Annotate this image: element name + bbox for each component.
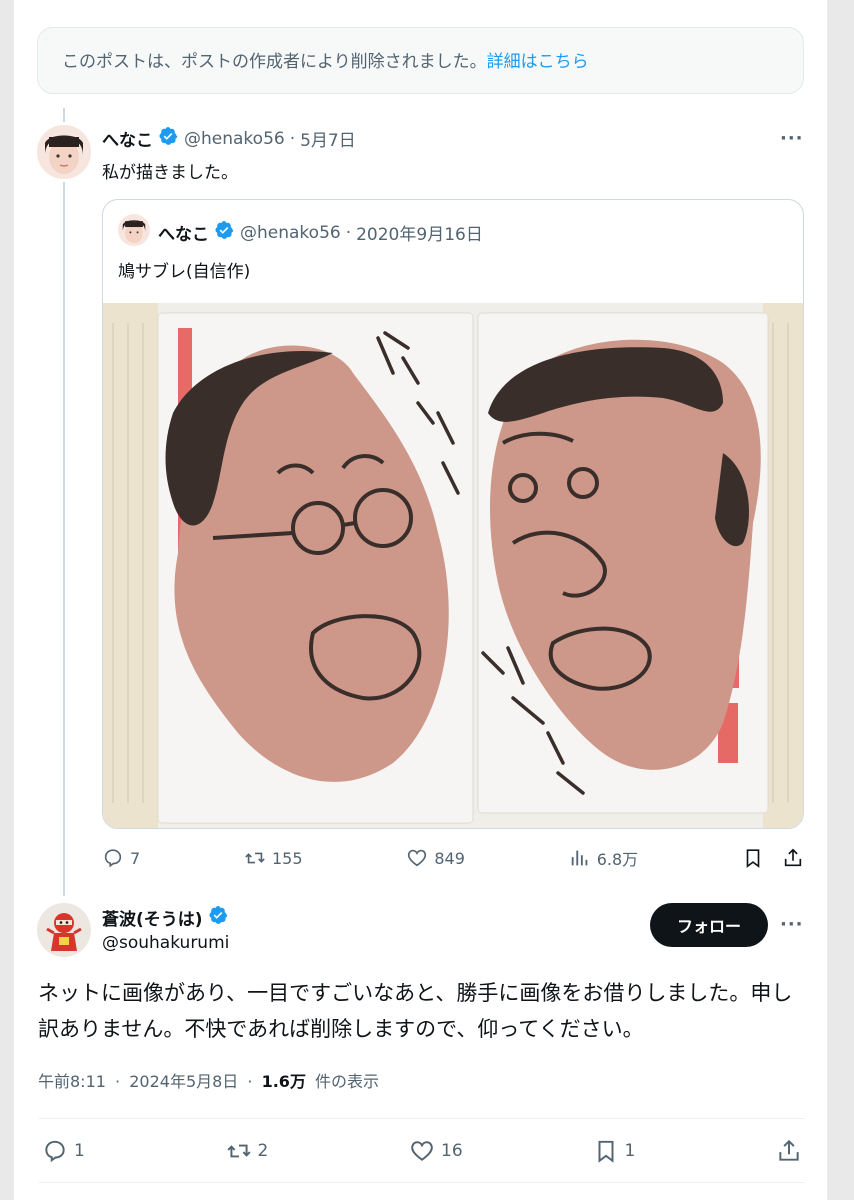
follow-button[interactable]: フォロー	[650, 903, 768, 947]
details-link[interactable]: 詳細はこちら	[487, 52, 589, 72]
post-time[interactable]: 午前8:11	[38, 1072, 106, 1091]
bookmark-button[interactable]: 1	[593, 1138, 713, 1164]
like-count: 849	[434, 848, 465, 868]
main-header: 蒼波(そうは)	[102, 905, 234, 930]
verified-badge-icon	[214, 220, 234, 245]
tweet-thread: このポストは、ポストの作成者により削除されました。詳細はこちら へなこ @hen…	[13, 0, 828, 1200]
reply-count: 1	[74, 1141, 85, 1161]
retweet-count: 2	[257, 1141, 269, 1161]
reply-button[interactable]: 7	[102, 847, 140, 869]
retweet-button[interactable]: 155	[244, 847, 303, 869]
deleted-post-notice: このポストは、ポストの作成者により削除されました。詳細はこちら	[37, 27, 804, 94]
reply-tweet-actions: 7 155 849 6.8万	[102, 846, 804, 870]
retweet-icon	[245, 852, 265, 864]
quoted-author-handle: @henako56	[240, 222, 341, 243]
author-handle[interactable]: @souhakurumi	[102, 933, 229, 953]
verified-badge-icon	[158, 126, 178, 151]
like-icon	[411, 1141, 433, 1161]
views-button[interactable]: 6.8万	[569, 846, 638, 870]
bookmark-icon	[598, 1140, 613, 1163]
main-tweet-text: ネットに画像があり、一目ですごいなあと、勝手に画像をお借りしました。申し訳ありま…	[38, 981, 793, 1041]
share-button[interactable]	[776, 1138, 802, 1164]
thread-line	[63, 182, 65, 896]
reply-button[interactable]: 1	[42, 1138, 162, 1164]
quoted-header: へなこ @henako56 · 2020年9月16日	[158, 220, 483, 245]
post-date[interactable]: 5月7日	[300, 126, 356, 151]
bookmark-share-group	[742, 847, 804, 869]
quoted-post-date: 2020年9月16日	[356, 225, 483, 245]
separator: ·	[289, 128, 296, 149]
thread-line-top	[63, 108, 65, 122]
separator: ·	[115, 1072, 121, 1091]
reply-icon	[104, 849, 122, 868]
reply-count: 7	[130, 848, 141, 868]
quoted-photo[interactable]	[103, 303, 803, 828]
like-button[interactable]: 16	[409, 1138, 529, 1164]
main-tweet-actions: 1 2 16 1	[42, 1138, 802, 1164]
author-name[interactable]: 蒼波(そうは)	[102, 905, 203, 930]
reply-header: へなこ @henako56 · 5月7日	[102, 126, 356, 151]
quoted-tweet[interactable]: へなこ @henako56 · 2020年9月16日 鳩サブレ(自信作)	[102, 199, 804, 829]
views-count: 6.8万	[596, 850, 639, 869]
bookmark-count: 1	[624, 1141, 636, 1161]
reply-icon	[45, 1140, 65, 1163]
like-icon	[408, 849, 427, 867]
separator: ·	[247, 1072, 253, 1091]
quoted-text: 鳩サブレ(自信作)	[118, 262, 251, 282]
more-icon[interactable]: ···	[780, 128, 804, 149]
avatar-henako[interactable]	[37, 125, 91, 179]
share-icon[interactable]	[782, 847, 804, 869]
views-count: 1.6万	[261, 1072, 306, 1091]
separator: ·	[345, 222, 352, 243]
reply-text: 私が描きました。	[102, 163, 238, 183]
avatar-souhakurumi[interactable]	[37, 903, 91, 957]
quoted-author-name: へなこ	[158, 225, 209, 245]
share-icon	[779, 1139, 799, 1161]
author-name[interactable]: へなこ	[102, 126, 153, 151]
like-count: 16	[441, 1141, 463, 1161]
quoted-avatar	[118, 214, 150, 246]
verified-badge-icon	[208, 905, 228, 930]
tweet-meta: 午前8:11 · 2024年5月8日 · 1.6万 件の表示	[38, 1068, 379, 1092]
views-icon	[571, 850, 588, 866]
retweet-button[interactable]: 2	[226, 1138, 346, 1164]
views-label: 件の表示	[315, 1072, 380, 1091]
divider	[38, 1118, 805, 1119]
deleted-notice-text: このポストは、ポストの作成者により削除されました。	[62, 52, 487, 72]
retweet-count: 155	[272, 848, 303, 868]
like-button[interactable]: 849	[406, 847, 465, 869]
bookmark-icon[interactable]	[742, 847, 764, 869]
author-handle[interactable]: @henako56	[184, 129, 285, 149]
divider	[38, 1182, 805, 1183]
more-icon[interactable]: ···	[780, 914, 804, 935]
retweet-icon	[226, 1144, 251, 1158]
post-date[interactable]: 2024年5月8日	[129, 1072, 238, 1091]
